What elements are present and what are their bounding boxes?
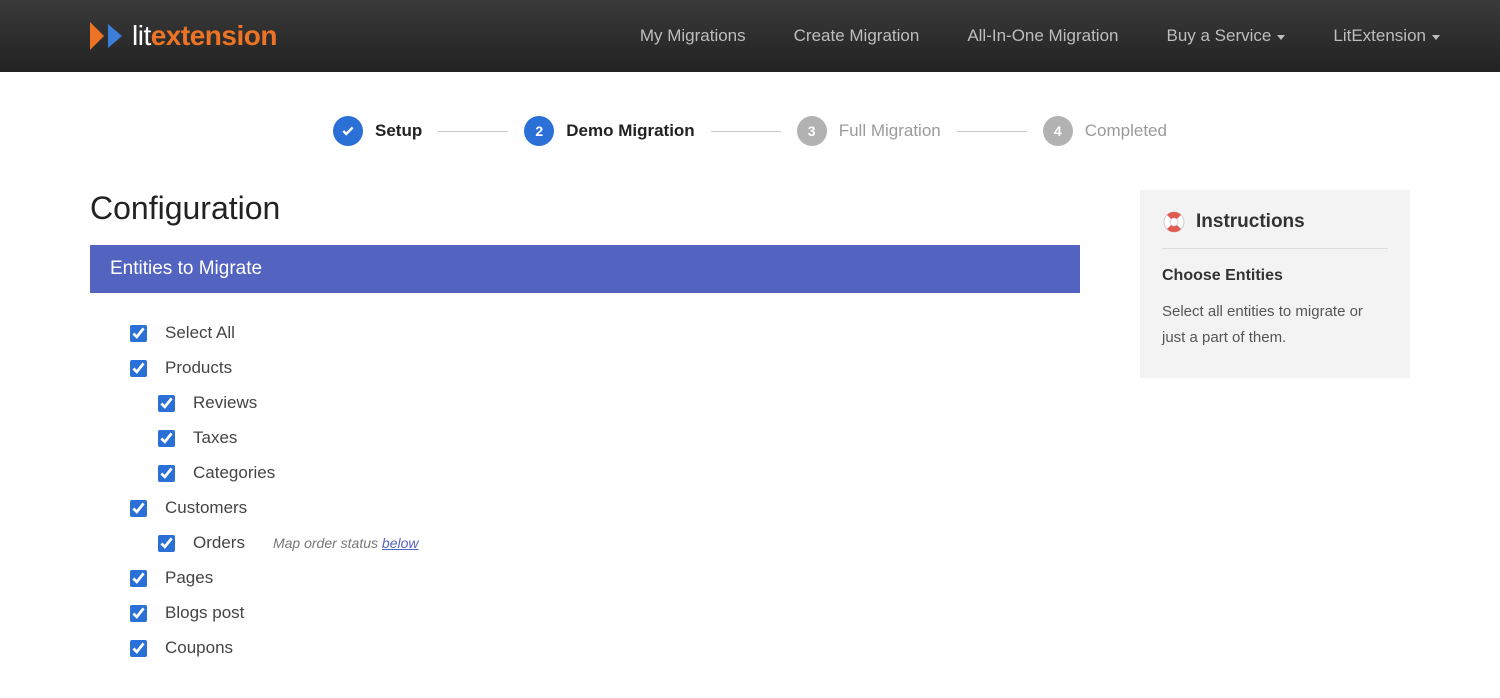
- sidebar-description: Select all entities to migrate or just a…: [1162, 299, 1388, 350]
- checkbox-products[interactable]: [130, 360, 147, 377]
- checkbox-coupons[interactable]: [130, 640, 147, 657]
- brand-extension: extension: [151, 20, 277, 52]
- step-completed[interactable]: 4 Completed: [1043, 116, 1167, 146]
- label-orders[interactable]: Orders: [193, 533, 245, 553]
- label-products[interactable]: Products: [165, 358, 232, 378]
- checkbox-customers[interactable]: [130, 500, 147, 517]
- nav-items: My Migrations Create Migration All-In-On…: [640, 26, 1440, 46]
- entity-blogs-post: Blogs post: [130, 603, 1080, 623]
- entity-orders: Orders Map order status below: [130, 533, 1080, 553]
- entity-pages: Pages: [130, 568, 1080, 588]
- nav-all-in-one[interactable]: All-In-One Migration: [967, 26, 1118, 46]
- main-container: Configuration Entities to Migrate Select…: [0, 190, 1500, 673]
- label-select-all[interactable]: Select All: [165, 323, 235, 343]
- brand-lit: lit: [132, 20, 151, 52]
- progress-stepper: Setup 2 Demo Migration 3 Full Migration …: [0, 116, 1500, 146]
- orders-hint-prefix: Map order status: [273, 535, 382, 551]
- sidebar-header: Instructions: [1162, 210, 1388, 249]
- checkbox-select-all[interactable]: [130, 325, 147, 342]
- checkbox-orders[interactable]: [158, 535, 175, 552]
- check-icon: [341, 124, 355, 138]
- page-title: Configuration: [90, 190, 1080, 227]
- caret-down-icon: [1277, 35, 1285, 40]
- entity-coupons: Coupons: [130, 638, 1080, 658]
- step-demo[interactable]: 2 Demo Migration: [524, 116, 694, 146]
- logo-icon: [90, 22, 124, 50]
- step-connector: [438, 131, 508, 132]
- nav-litextension-label: LitExtension: [1333, 26, 1426, 46]
- nav-my-migrations[interactable]: My Migrations: [640, 26, 746, 46]
- nav-litextension[interactable]: LitExtension: [1333, 26, 1440, 46]
- sidebar-subtitle: Choose Entities: [1162, 267, 1388, 285]
- checkbox-categories[interactable]: [158, 465, 175, 482]
- entities-list: Select All Products Reviews Taxes Catego…: [90, 293, 1080, 658]
- label-reviews[interactable]: Reviews: [193, 393, 257, 413]
- nav-buy-service[interactable]: Buy a Service: [1166, 26, 1285, 46]
- checkbox-reviews[interactable]: [158, 395, 175, 412]
- entity-products: Products: [130, 358, 1080, 378]
- label-customers[interactable]: Customers: [165, 498, 247, 518]
- entity-taxes: Taxes: [130, 428, 1080, 448]
- entity-reviews: Reviews: [130, 393, 1080, 413]
- lifebuoy-icon: [1162, 210, 1186, 234]
- step-setup-label: Setup: [375, 121, 422, 141]
- step-completed-circle: 4: [1043, 116, 1073, 146]
- orders-hint: Map order status below: [273, 535, 419, 551]
- instructions-sidebar: Instructions Choose Entities Select all …: [1140, 190, 1410, 378]
- orders-hint-link[interactable]: below: [382, 535, 419, 551]
- main-column: Configuration Entities to Migrate Select…: [90, 190, 1080, 673]
- step-full[interactable]: 3 Full Migration: [797, 116, 941, 146]
- step-connector: [957, 131, 1027, 132]
- step-full-label: Full Migration: [839, 121, 941, 141]
- nav-buy-service-label: Buy a Service: [1166, 26, 1271, 46]
- label-coupons[interactable]: Coupons: [165, 638, 233, 658]
- entity-select-all: Select All: [130, 323, 1080, 343]
- step-full-circle: 3: [797, 116, 827, 146]
- entity-customers: Customers: [130, 498, 1080, 518]
- label-taxes[interactable]: Taxes: [193, 428, 237, 448]
- label-categories[interactable]: Categories: [193, 463, 275, 483]
- brand-logo[interactable]: litextension: [90, 20, 277, 52]
- entity-categories: Categories: [130, 463, 1080, 483]
- step-completed-label: Completed: [1085, 121, 1167, 141]
- nav-create-migration[interactable]: Create Migration: [794, 26, 920, 46]
- step-setup-circle: [333, 116, 363, 146]
- checkbox-blogs-post[interactable]: [130, 605, 147, 622]
- caret-down-icon: [1432, 35, 1440, 40]
- step-setup[interactable]: Setup: [333, 116, 422, 146]
- step-demo-label: Demo Migration: [566, 121, 694, 141]
- navbar: litextension My Migrations Create Migrat…: [0, 0, 1500, 72]
- label-pages[interactable]: Pages: [165, 568, 213, 588]
- checkbox-taxes[interactable]: [158, 430, 175, 447]
- sidebar-title: Instructions: [1196, 211, 1305, 233]
- checkbox-pages[interactable]: [130, 570, 147, 587]
- label-blogs-post[interactable]: Blogs post: [165, 603, 244, 623]
- step-demo-circle: 2: [524, 116, 554, 146]
- section-entities-header: Entities to Migrate: [90, 245, 1080, 293]
- step-connector: [711, 131, 781, 132]
